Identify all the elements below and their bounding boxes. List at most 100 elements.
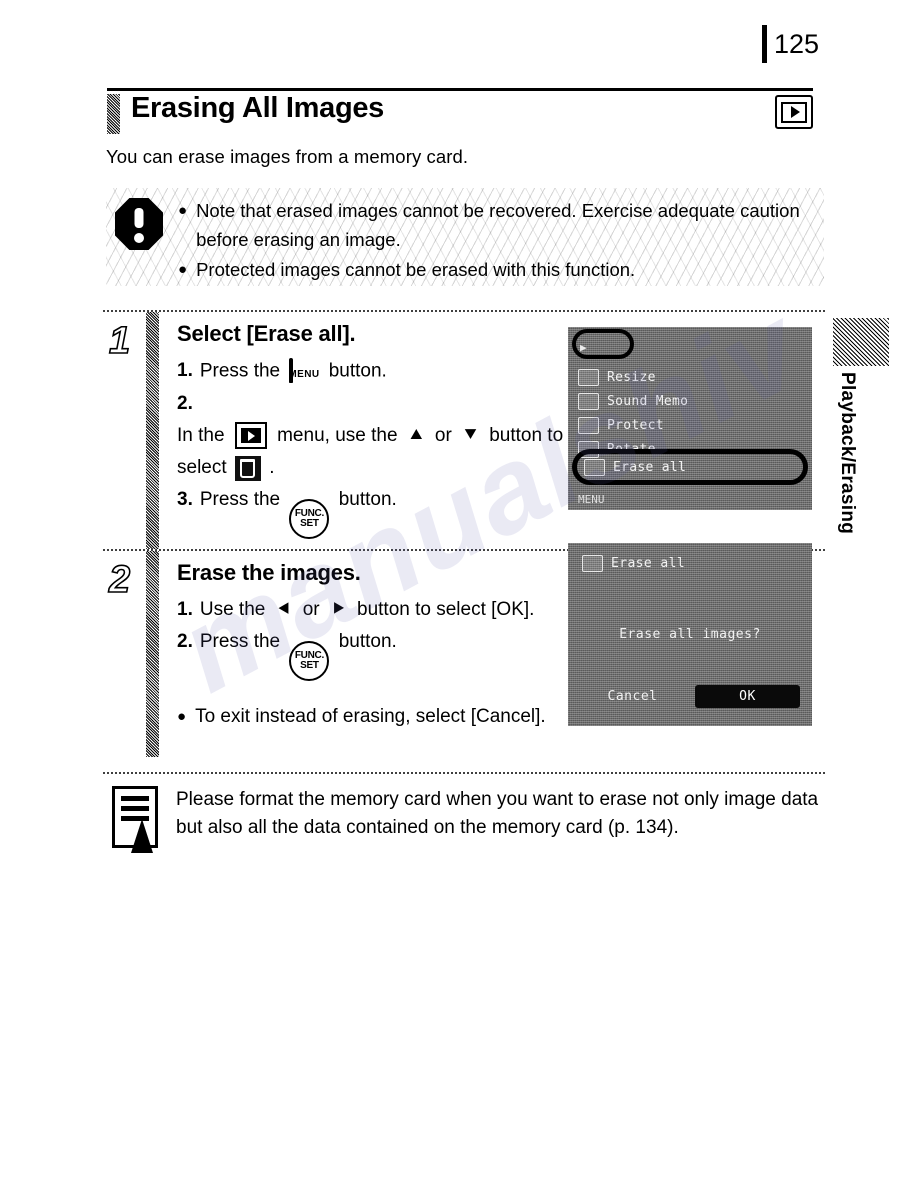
page-number-block: 125: [762, 24, 819, 64]
ok-button[interactable]: OK: [695, 685, 800, 708]
step-accent-bar: [146, 551, 159, 757]
resize-icon: [578, 368, 599, 386]
substep-marker: 2.: [177, 631, 193, 652]
substep-text-after: button.: [328, 360, 387, 382]
bullet-icon: ●: [177, 708, 187, 725]
func-set-button-icon: FUNC. SET: [289, 641, 330, 681]
lcd-footer: MENU: [578, 493, 605, 506]
note-line: [121, 806, 149, 811]
lcd-menu-row[interactable]: Sound Memo: [578, 389, 806, 413]
substep: 2. In the menu, use the ⯅ or ⯆ button to…: [177, 388, 567, 484]
step-number-column: 1: [103, 312, 146, 549]
dialog-message: Erase all images?: [619, 627, 761, 642]
dialog-button-row: Cancel OK: [580, 685, 800, 708]
lcd-screen-menu: ▶ Resize Sound Memo Protect Rotate Erase…: [568, 327, 812, 510]
lcd-screen-dialog: Erase all Erase all images? Cancel OK: [568, 543, 812, 726]
caution-item: ● Note that erased images cannot be reco…: [178, 196, 814, 254]
trash-icon: [584, 458, 605, 476]
playback-menu-icon: [234, 422, 267, 450]
substep-text-or: or: [434, 425, 452, 446]
substep-text: In the menu, use the ⯅ or ⯆ button to se…: [177, 420, 567, 484]
substep-text: Press the MENU button.: [200, 355, 567, 388]
left-arrow-icon: ⯇: [275, 598, 293, 621]
func-set-button-icon: FUNC. SET: [289, 499, 330, 539]
playback-icon-triangle: [790, 106, 800, 118]
caution-item-text: Note that erased images cannot be recove…: [196, 200, 800, 250]
note-pencil-icon: [112, 786, 158, 853]
substep-marker: 2.: [177, 393, 193, 414]
substep-text-before: Press the: [199, 360, 281, 382]
menu-button-label: MENU: [288, 369, 320, 380]
step-number: 1: [108, 320, 131, 362]
dialog-title: Erase all: [611, 556, 686, 571]
lcd-tab-bar: ▶: [576, 332, 806, 362]
trash-can-shape: [240, 459, 256, 478]
step-accent-bar: [146, 312, 159, 549]
lcd-menu-list: Resize Sound Memo Protect Rotate: [578, 365, 806, 461]
note-separator: [103, 772, 825, 774]
lcd-menu-row-label: Resize: [607, 369, 656, 385]
playback-icon: [775, 95, 813, 129]
substep: 3. Press the FUNC. SET button.: [177, 484, 567, 539]
substep-marker: 3.: [177, 489, 193, 510]
substep-marker: 1.: [177, 360, 193, 381]
substep-text-before: In the: [177, 425, 225, 446]
lcd-menu-row[interactable]: Protect: [578, 413, 806, 437]
step-number-column: 2: [103, 551, 146, 757]
octagon-shape: [115, 198, 163, 250]
menu-button-icon: MENU: [288, 355, 320, 388]
dialog-title-row: Erase all: [582, 555, 685, 572]
substep: 1. Use the ⯇ or ⯈ button to select [OK].: [177, 594, 567, 626]
lcd-menu-row-label: Erase all: [613, 459, 687, 475]
substep-text: Use the ⯇ or ⯈ button to select [OK].: [200, 594, 567, 626]
page-number: 125: [774, 28, 820, 59]
step-number: 2: [108, 559, 131, 601]
caution-list: ● Note that erased images cannot be reco…: [178, 196, 814, 285]
side-tab-box: [833, 318, 889, 366]
substep-text: Press the FUNC. SET button.: [200, 484, 567, 539]
title-rule: [107, 88, 813, 91]
side-tab-label: Playback/Erasing: [837, 372, 858, 535]
substep: 1. Press the MENU button.: [177, 355, 567, 388]
protect-icon: [578, 416, 599, 434]
section-header: Erasing All Images: [107, 92, 813, 136]
page-number-rule: [762, 25, 767, 63]
substep-text: Press the FUNC. SET button.: [200, 626, 567, 681]
substep-text-tail: .: [269, 457, 275, 478]
substep-text-before: Use the: [199, 599, 266, 620]
exclamation-octagon-icon: [115, 198, 163, 250]
intro-text: You can erase images from a memory card.: [106, 146, 469, 167]
page-title: Erasing All Images: [131, 92, 385, 124]
footer-note-text: Please format the memory card when you w…: [176, 789, 819, 838]
lcd-menu-row-label: Protect: [607, 417, 664, 433]
down-arrow-icon: ⯆: [462, 424, 479, 447]
substep-marker: 1.: [177, 599, 193, 620]
lcd-menu-row[interactable]: Resize: [578, 365, 806, 389]
lcd-tab-playback[interactable]: ▶: [576, 340, 591, 355]
set-label: SET: [300, 660, 319, 671]
title-accent-bar: [107, 94, 120, 134]
lcd-menu-row-erase-all[interactable]: Erase all: [584, 455, 686, 479]
bullet-icon: ●: [178, 202, 188, 219]
playback-menu-box: [240, 428, 261, 444]
substep-text-mid: menu, use the: [277, 425, 398, 446]
substep-text-or: or: [302, 599, 320, 620]
note-line: [121, 796, 149, 801]
substep: 2. Press the FUNC. SET button.: [177, 626, 567, 681]
playback-icon-frame: [781, 101, 807, 123]
exclamation-dot: [134, 232, 144, 243]
up-arrow-icon: ⯅: [407, 424, 425, 447]
sound-memo-icon: [578, 392, 599, 410]
erase-all-trash-icon: [234, 456, 261, 481]
lcd-footer-label: MENU: [578, 493, 605, 506]
caution-item: ● Protected images cannot be erased with…: [178, 255, 814, 284]
set-label: SET: [300, 518, 319, 529]
footer-note: Please format the memory card when you w…: [112, 786, 828, 853]
step-bullet-note-text: To exit instead of erasing, select [Canc…: [195, 706, 546, 727]
cancel-button[interactable]: Cancel: [580, 685, 685, 708]
bullet-icon: ●: [178, 261, 188, 278]
playback-menu-triangle: [248, 430, 256, 441]
right-arrow-icon: ⯈: [329, 598, 347, 621]
trash-icon: [582, 555, 603, 572]
substep-text-after: button.: [338, 631, 397, 652]
